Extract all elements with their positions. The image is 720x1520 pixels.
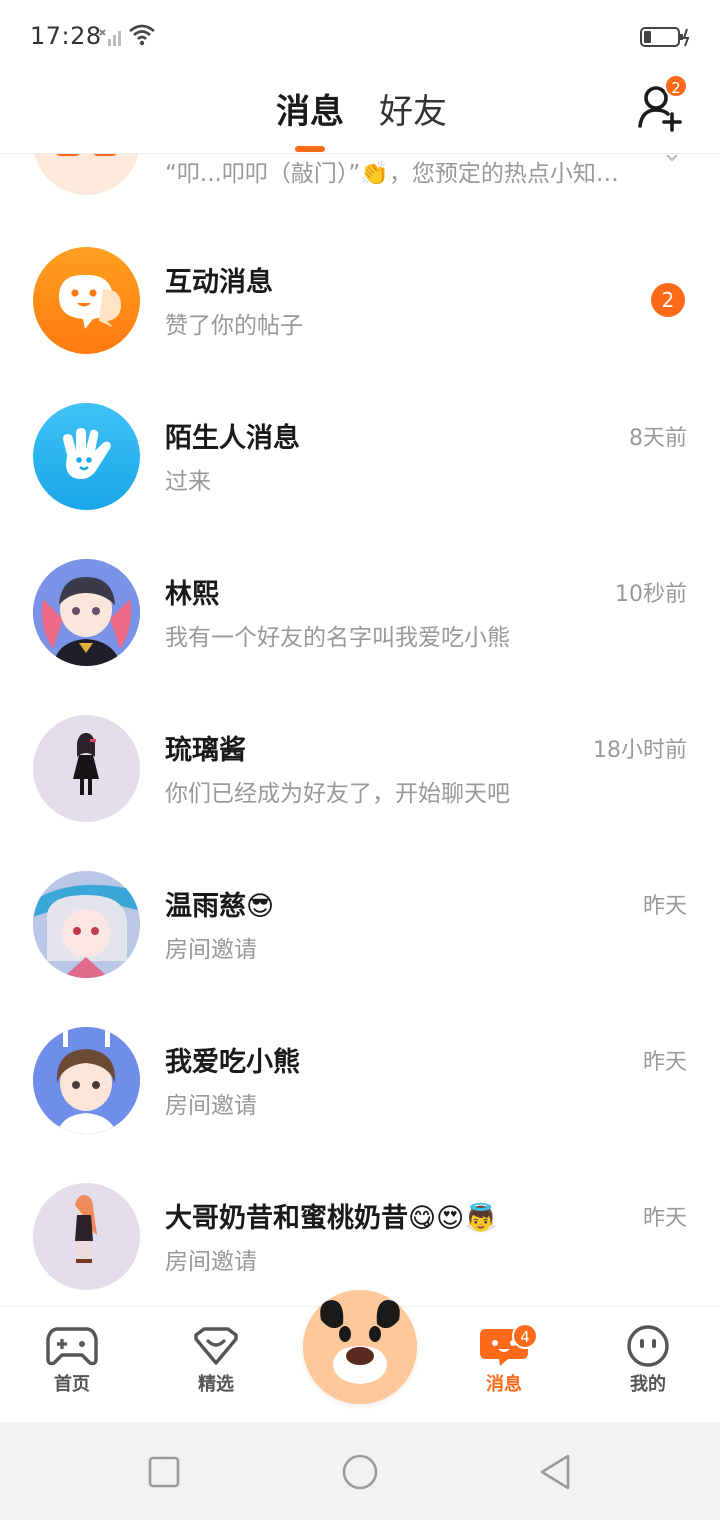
list-item-preview: “叩...叩叩（敲门）”👏，您预定的热点小知… (165, 161, 619, 187)
status-time: 17:28 (30, 22, 102, 50)
list-item-title: 大哥奶昔和蜜桃奶昔😋😍👼 (165, 1203, 498, 1234)
list-item[interactable]: 大哥奶昔和蜜桃奶昔😋😍👼 房间邀请 昨天 (0, 1136, 720, 1292)
battery-icon (640, 27, 690, 47)
dog-mascot-icon (303, 1290, 417, 1404)
list-item-time: 昨天 (642, 1206, 687, 1231)
home-circle-icon[interactable] (340, 1452, 380, 1492)
list-item-title: 我爱吃小熊 (165, 1047, 300, 1078)
avatar (33, 247, 140, 354)
list-item-preview: 房间邀请 (165, 1093, 257, 1119)
list-item-preview: 你们已经成为好友了，开始聊天吧 (165, 781, 510, 807)
anime-avatar-white-hair (33, 871, 140, 978)
active-tab-indicator (295, 146, 325, 152)
nav-label-profile: 我的 (630, 1374, 666, 1395)
list-item-interaction[interactable]: 互动消息 赞了你的帖子 2 (0, 200, 720, 356)
list-item-preview: 房间邀请 (165, 937, 257, 963)
list-item[interactable]: 林熙 我有一个好友的名字叫我爱吃小熊 10秒前 (0, 512, 720, 668)
nav-featured[interactable]: 精选 (176, 1325, 256, 1396)
tab-friends[interactable]: 好友 (379, 84, 447, 133)
wifi-icon (129, 24, 155, 46)
list-item-time: 昨天 (642, 1050, 687, 1075)
avatar (33, 871, 140, 978)
messages-unread-badge: 4 (512, 1323, 538, 1349)
avatar (33, 1183, 140, 1290)
tab-messages[interactable]: 消息 (276, 84, 344, 133)
list-item-time: 昨天 (642, 894, 687, 919)
heart-box-icon (194, 1327, 238, 1365)
interaction-chat-icon (59, 274, 121, 329)
nav-label-messages: 消息 (486, 1374, 522, 1395)
center-mascot-button[interactable] (303, 1290, 417, 1404)
nav-profile[interactable]: 我的 (608, 1325, 688, 1396)
chevron-down-icon (666, 154, 678, 162)
add-friend-badge: 2 (664, 74, 688, 98)
chibi-figure-gothic (73, 733, 99, 795)
gamepad-icon (46, 1327, 98, 1366)
system-navigation-bar (0, 1422, 720, 1520)
list-item-preview: 赞了你的帖子 (165, 313, 303, 339)
anime-avatar-pink-twintails (33, 559, 140, 666)
avatar (33, 1027, 140, 1134)
list-item[interactable]: 我爱吃小熊 房间邀请 昨天 (0, 980, 720, 1136)
list-item-stranger[interactable]: 陌生人消息 过来 8天前 (0, 356, 720, 512)
list-item-title: 林熙 (165, 579, 219, 610)
top-tab-bar: 消息 好友 2 (0, 72, 720, 154)
nav-home[interactable]: 首页 (32, 1325, 112, 1396)
list-item-time: 8天前 (629, 426, 687, 451)
list-item-title: 陌生人消息 (165, 423, 300, 454)
list-item-time: 18小时前 (593, 738, 687, 763)
avatar (33, 715, 140, 822)
list-item-preview: 我有一个好友的名字叫我爱吃小熊 (165, 625, 510, 651)
list-item[interactable]: 温雨慈😎 房间邀请 昨天 (0, 824, 720, 980)
back-triangle-icon[interactable] (536, 1452, 576, 1492)
chibi-figure-orange-hair (75, 1195, 97, 1263)
avatar (33, 403, 140, 510)
list-item-preview: 房间邀请 (165, 1249, 257, 1275)
conversation-list: “叩...叩叩（敲门）”👏，您预定的热点小知… 互动消息 赞了你的帖子 2 陌生… (0, 154, 720, 1306)
face-icon (627, 1325, 669, 1367)
list-item-title: 温雨慈😎 (165, 891, 275, 922)
status-bar: 17:28 (0, 0, 720, 72)
unread-badge: 2 (651, 283, 685, 317)
anime-avatar-brown-hair (33, 1027, 140, 1134)
waving-hand-icon (63, 428, 111, 479)
nav-label-featured: 精选 (198, 1374, 234, 1395)
signal-icon (99, 29, 121, 46)
list-item-title: 琉璃酱 (165, 735, 246, 766)
list-item[interactable]: 琉璃酱 你们已经成为好友了，开始聊天吧 18小时前 (0, 668, 720, 824)
avatar (33, 154, 140, 195)
list-item-time: 10秒前 (615, 582, 687, 607)
avatar (33, 559, 140, 666)
list-item-title: 互动消息 (165, 267, 273, 298)
nav-label-home: 首页 (54, 1374, 90, 1395)
recent-apps-icon[interactable] (144, 1452, 184, 1492)
sunglasses-mascot-icon (56, 154, 117, 156)
list-item-preview: 过来 (165, 469, 211, 495)
list-item[interactable]: “叩...叩叩（敲门）”👏，您预定的热点小知… (0, 154, 720, 200)
